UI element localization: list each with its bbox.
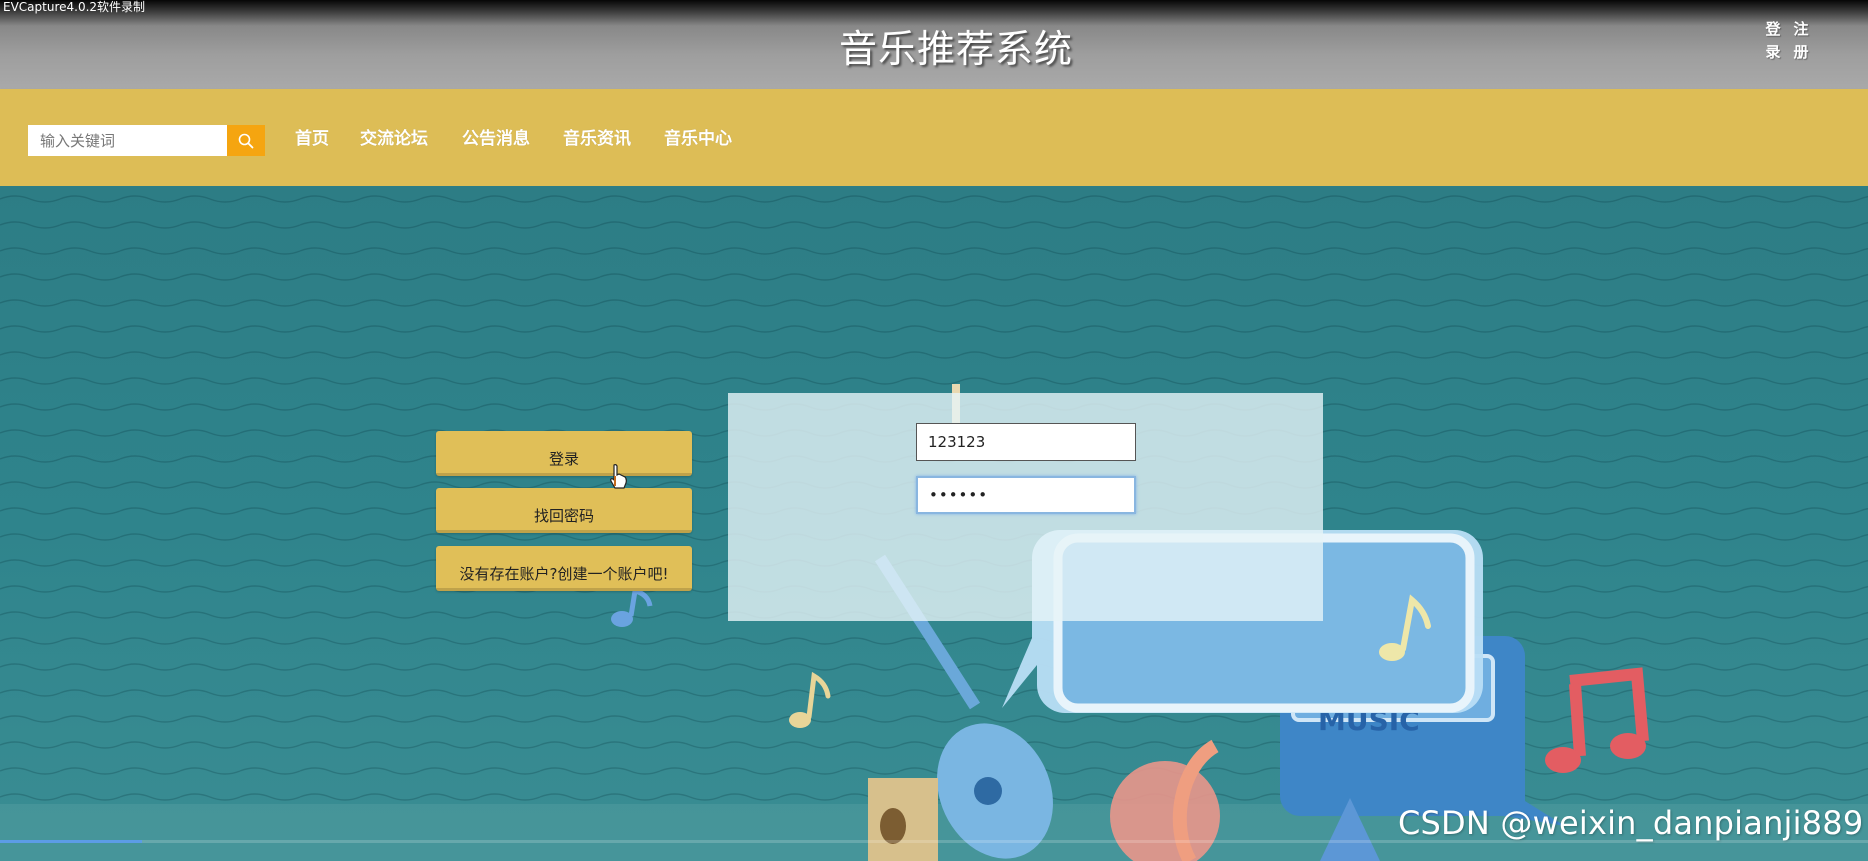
nav-item-music-center[interactable]: 音乐中心 <box>664 126 732 152</box>
nav-bar: 首页 交流论坛 公告消息 音乐资讯 音乐中心 <box>0 89 1868 186</box>
site-title: 音乐推荐系统 <box>838 27 1073 71</box>
login-link-char-2: 录 <box>1765 43 1781 61</box>
nav-item-home[interactable]: 首页 <box>295 126 329 152</box>
nav-item-music-news[interactable]: 音乐资讯 <box>563 126 631 152</box>
search-input[interactable] <box>28 125 227 156</box>
create-account-button[interactable]: 没有存在账户?创建一个账户吧! <box>436 546 692 591</box>
login-button[interactable]: 登录 <box>436 431 692 476</box>
recorder-label: EVCapture4.0.2软件录制 <box>3 0 146 14</box>
nav-item-announcements[interactable]: 公告消息 <box>462 126 530 152</box>
top-header: EVCapture4.0.2软件录制 音乐推荐系统 登 录 注 册 <box>0 0 1868 89</box>
search-button[interactable] <box>227 125 265 156</box>
hand-cursor-icon <box>610 464 627 489</box>
csdn-watermark: CSDN @weixin_danpianji889 <box>1398 804 1864 842</box>
forgot-password-button[interactable]: 找回密码 <box>436 488 692 533</box>
search-icon <box>238 133 254 148</box>
nav-item-forum[interactable]: 交流论坛 <box>360 126 428 152</box>
register-link-char-2: 册 <box>1793 43 1809 61</box>
progress-track <box>0 840 1868 843</box>
login-panel <box>728 393 1323 621</box>
username-input[interactable] <box>916 423 1136 461</box>
password-input[interactable] <box>916 476 1136 514</box>
login-link[interactable]: 登 录 <box>1763 18 1783 64</box>
register-link-char-1: 注 <box>1793 20 1809 38</box>
progress-fill <box>0 840 142 843</box>
login-link-char-1: 登 <box>1765 20 1781 38</box>
register-link[interactable]: 注 册 <box>1791 18 1811 64</box>
